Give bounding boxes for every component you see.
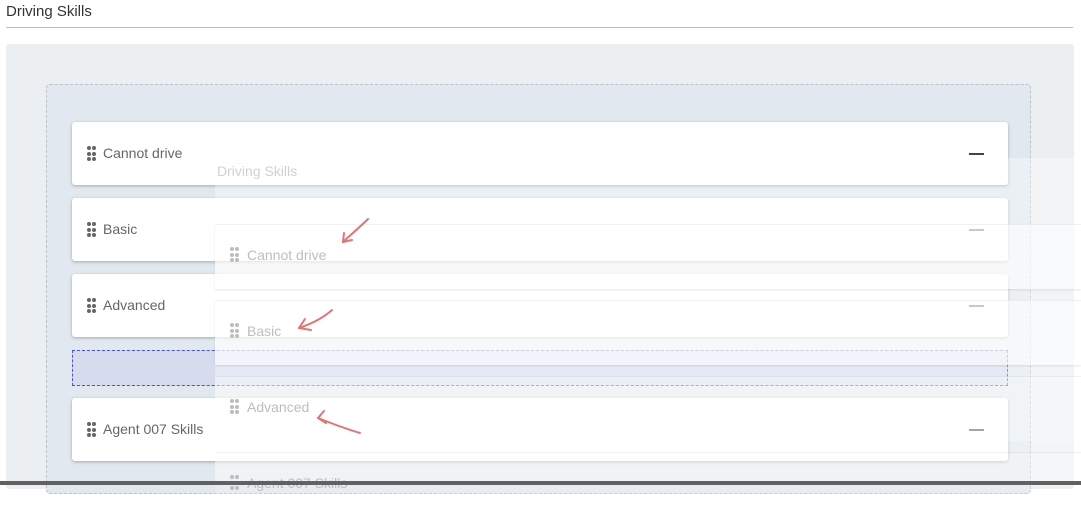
drag-handle-icon[interactable]	[87, 422, 97, 438]
minus-icon[interactable]	[969, 429, 984, 431]
drag-handle-icon[interactable]	[87, 298, 97, 314]
list-item-agent-007-skills[interactable]: Agent 007 Skills	[72, 398, 1008, 461]
list-item-label: Basic	[103, 221, 138, 237]
list-item-label: Cannot drive	[103, 145, 183, 161]
list-item-advanced[interactable]: Advanced	[72, 274, 1008, 337]
minus-icon[interactable]	[969, 305, 984, 307]
page-title: Driving Skills	[6, 3, 92, 20]
minus-icon[interactable]	[969, 229, 984, 231]
drop-placeholder	[72, 350, 1008, 386]
list-item-basic[interactable]: Basic	[72, 198, 1008, 261]
window-bottom-border	[0, 481, 1081, 485]
list-item-label: Advanced	[103, 297, 166, 313]
minus-icon[interactable]	[969, 153, 984, 155]
drag-handle-icon[interactable]	[87, 146, 97, 162]
drag-handle-icon[interactable]	[87, 222, 97, 238]
title-divider	[6, 27, 1073, 28]
list-item-label: Agent 007 Skills	[103, 421, 204, 437]
list-item-cannot-drive[interactable]: Cannot drive	[72, 122, 1008, 185]
